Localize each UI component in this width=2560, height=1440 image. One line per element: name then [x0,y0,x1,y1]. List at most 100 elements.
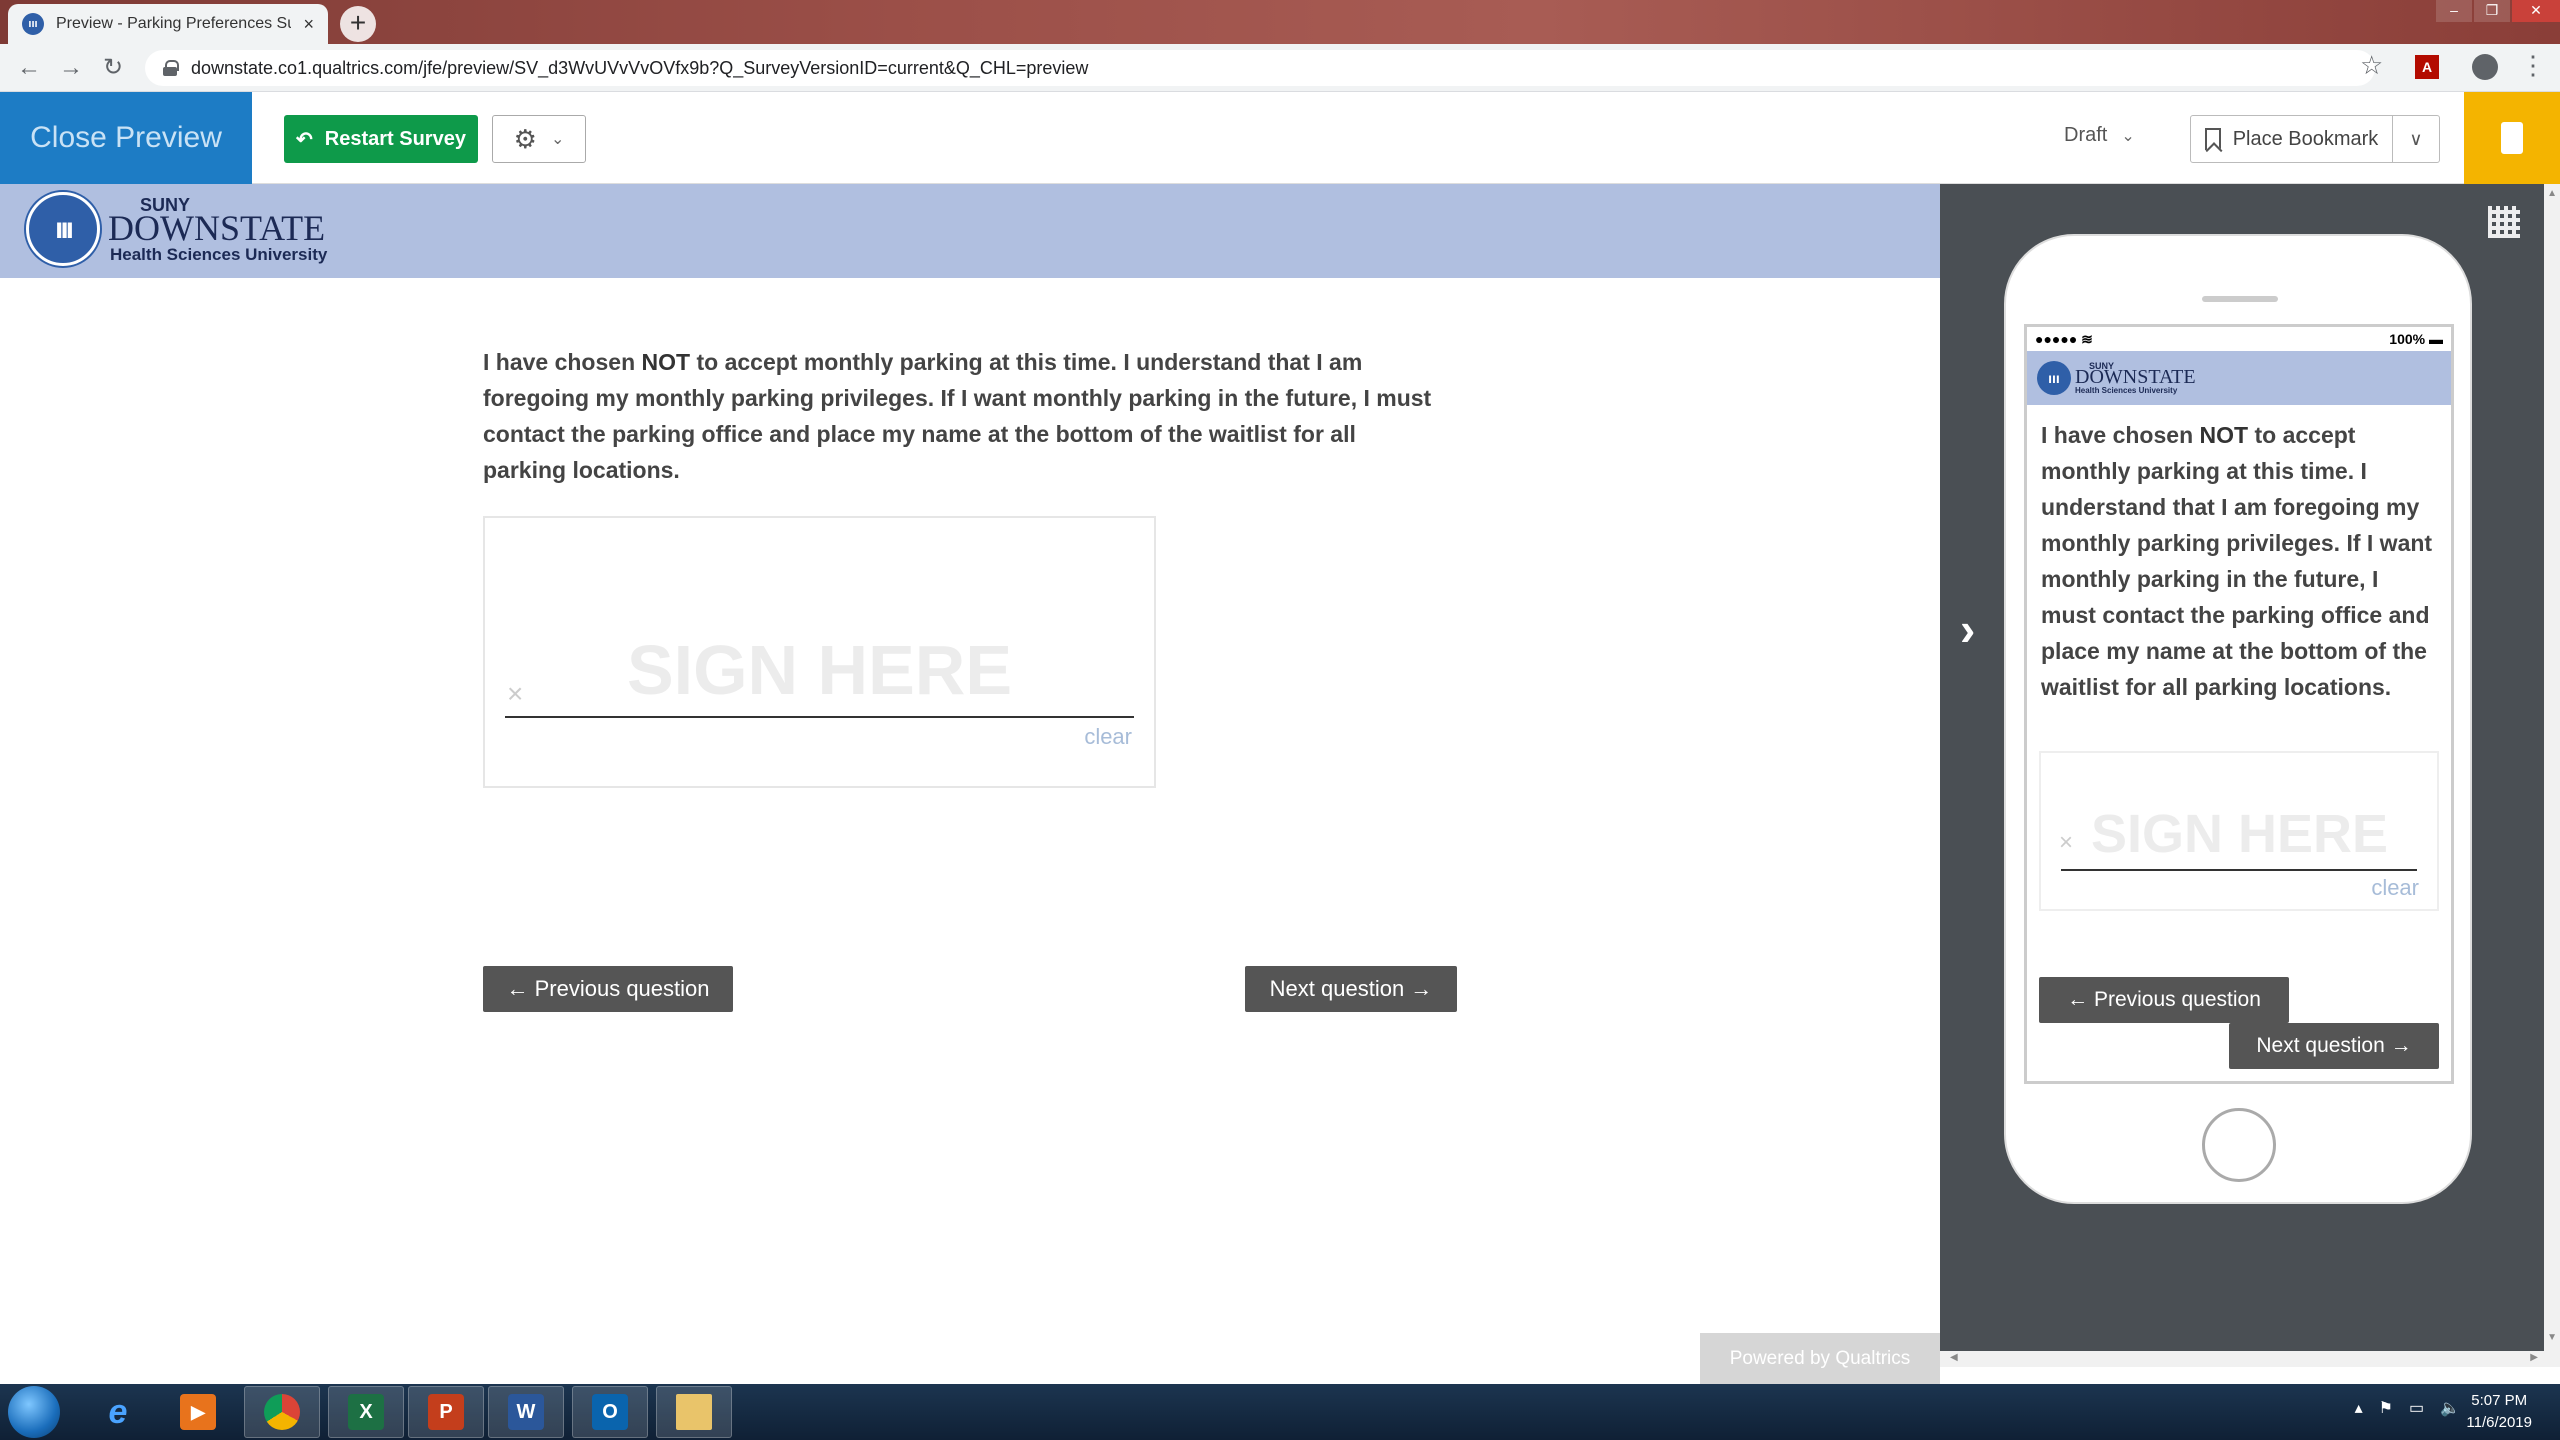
place-bookmark-button[interactable]: Place Bookmark [2191,116,2393,162]
qualtrics-favicon-icon: ııı [22,13,44,35]
logo-university: Health Sciences University [2075,385,2178,395]
university-seal-icon: ııı [26,192,100,266]
tab-close-icon[interactable]: × [303,14,314,35]
bookmark-star-icon[interactable]: ☆ [2360,50,2383,81]
logo-downstate: DOWNSTATE [108,207,326,248]
close-window-button[interactable]: ✕ [2512,0,2560,22]
phone-survey-header: ııı SUNY DOWNSTATE Health Sciences Unive… [2027,351,2451,405]
address-bar: ← → ↻ downstate.co1.qualtrics.com/jfe/pr… [0,44,2560,92]
system-tray: ▴ ⚑ ▭ 🔈 [2355,1398,2460,1418]
outlook-icon: O [592,1394,628,1430]
taskbar-file-explorer[interactable] [656,1386,732,1438]
undo-arrow-icon: ↶ [296,128,313,151]
reload-icon[interactable]: ↻ [98,54,128,84]
forward-arrow-icon[interactable]: → [56,54,86,84]
mobile-preview-toggle[interactable] [2464,92,2560,184]
signature-placeholder: SIGN HERE [626,631,1013,709]
logo-text: SUNY DOWNSTATE Health Sciences Universit… [2075,361,2196,395]
scroll-left-arrow-icon[interactable]: ◀ [1950,1352,1958,1363]
new-tab-button[interactable]: + [340,6,376,42]
tray-expand-icon[interactable]: ▴ [2355,1398,2363,1418]
version-dropdown[interactable]: Draft ⌄ [2064,124,2135,147]
internet-explorer-icon: e [108,1392,128,1431]
minimize-button[interactable]: ‒ [2436,0,2472,22]
question-emphasis: NOT [641,349,691,375]
mobile-preview-panel: › ●●●●● ≋ 100% ▬ ııı SUNY DOWNSTATE Heal… [1940,184,2560,1367]
preview-toolbar: Close Preview ↶ Restart Survey ⚙ ⌄ Draft… [0,92,2560,184]
phone-home-button [2202,1108,2276,1182]
clock-time: 5:07 PM [2471,1392,2528,1409]
clear-signature-link[interactable]: clear [1084,724,1132,750]
profile-icon[interactable] [2472,54,2498,80]
downstate-logo: ııı SUNY DOWNSTATE Health Sciences Unive… [26,192,327,266]
bookmark-dropdown-button[interactable]: ∨ [2393,116,2439,162]
tab-title: Preview - Parking Preferences Su [56,15,292,32]
taskbar-powerpoint[interactable]: P [408,1386,484,1438]
phone-status-bar: ●●●●● ≋ 100% ▬ [2027,327,2451,351]
url-text[interactable]: downstate.co1.qualtrics.com/jfe/preview/… [191,58,1088,79]
powered-by-qualtrics-link[interactable]: Powered by Qualtrics [1700,1333,1940,1385]
horizontal-scrollbar[interactable]: ◀ ▶ [1940,1351,2544,1367]
volume-icon[interactable]: 🔈 [2440,1398,2460,1418]
gear-icon: ⚙ [513,123,537,154]
phone-screen: ●●●●● ≋ 100% ▬ ııı SUNY DOWNSTATE Health… [2024,324,2454,1084]
phone-speaker [2202,296,2278,302]
scroll-down-arrow-icon[interactable]: ▼ [2547,1332,2557,1343]
network-icon[interactable]: ▭ [2409,1398,2424,1418]
mobile-previous-question-button[interactable]: ← Previous question [2039,977,2289,1023]
taskbar-internet-explorer[interactable]: e [80,1386,156,1438]
phone-frame: ●●●●● ≋ 100% ▬ ııı SUNY DOWNSTATE Health… [2004,234,2472,1204]
signature-x-icon: × [507,678,524,709]
previous-question-button[interactable]: ← Previous question [483,966,733,1012]
scroll-right-arrow-icon[interactable]: ▶ [2530,1352,2538,1363]
browser-tab[interactable]: ııı Preview - Parking Preferences Su × [8,4,328,44]
mobile-question-text: I have chosen NOT to accept monthly park… [2027,405,2451,705]
logo-text: SUNY DOWNSTATE Health Sciences Universit… [108,196,327,263]
question-part: I have chosen [2041,422,2200,448]
taskbar-clock[interactable]: 5:07 PM 11/6/2019 [2466,1390,2532,1434]
qr-code-icon[interactable] [2488,206,2520,238]
browser-menu-icon[interactable]: ⋮ [2520,50,2546,81]
windows-taskbar: e ▶ X P W O ▴ ⚑ ▭ 🔈 5:07 PM 11/6/2019 [0,1384,2560,1440]
maximize-button[interactable]: ❐ [2474,0,2510,22]
phone-icon [2501,122,2523,154]
action-center-flag-icon[interactable]: ⚑ [2379,1398,2393,1418]
chrome-icon [264,1394,300,1430]
signature-placeholder: SIGN HERE [2091,804,2389,864]
back-arrow-icon[interactable]: ← [14,54,44,84]
signature-line [2061,869,2417,871]
signature-pad[interactable]: SIGN HERE × clear [483,516,1156,788]
taskbar-word[interactable]: W [488,1386,564,1438]
question-part: to accept monthly parking at this time. … [2041,422,2433,700]
pdf-extension-icon[interactable]: A [2415,55,2439,79]
restart-survey-button[interactable]: ↶ Restart Survey [284,115,478,163]
clock-date: 11/6/2019 [2466,1414,2532,1431]
survey-header: ııı SUNY DOWNSTATE Health Sciences Unive… [0,184,1940,278]
url-field[interactable]: downstate.co1.qualtrics.com/jfe/preview/… [145,50,2375,86]
start-button-icon[interactable] [8,1386,60,1438]
scroll-up-arrow-icon[interactable]: ▲ [2547,188,2557,199]
lock-icon[interactable] [163,60,179,76]
close-preview-button[interactable]: Close Preview [0,92,252,184]
place-bookmark-label: Place Bookmark [2232,127,2379,150]
next-question-button[interactable]: Next question → [1245,966,1457,1012]
mobile-signature-pad[interactable]: SIGN HERE × clear [2039,751,2439,911]
collapse-panel-arrow-icon[interactable]: › [1960,602,1975,656]
taskbar-outlook[interactable]: O [572,1386,648,1438]
clear-signature-link[interactable]: clear [2371,875,2419,901]
powerpoint-icon: P [428,1394,464,1430]
signal-icon: ●●●●● ≋ [2035,330,2093,347]
taskbar-excel[interactable]: X [328,1386,404,1438]
chevron-down-icon: ⌄ [2121,127,2135,145]
folder-icon [676,1394,712,1430]
excel-icon: X [348,1394,384,1430]
settings-dropdown[interactable]: ⚙ ⌄ [492,115,586,163]
taskbar-media-player[interactable]: ▶ [160,1386,236,1438]
taskbar-chrome[interactable] [244,1386,320,1438]
browser-titlebar: ııı Preview - Parking Preferences Su × +… [0,0,2560,44]
mobile-next-question-button[interactable]: Next question → [2229,1023,2439,1069]
signature-x-icon: × [2059,829,2074,856]
vertical-scrollbar[interactable]: ▲ ▼ [2544,184,2560,1367]
university-seal-icon: ııı [2037,361,2071,395]
chevron-down-icon: ⌄ [550,131,565,148]
